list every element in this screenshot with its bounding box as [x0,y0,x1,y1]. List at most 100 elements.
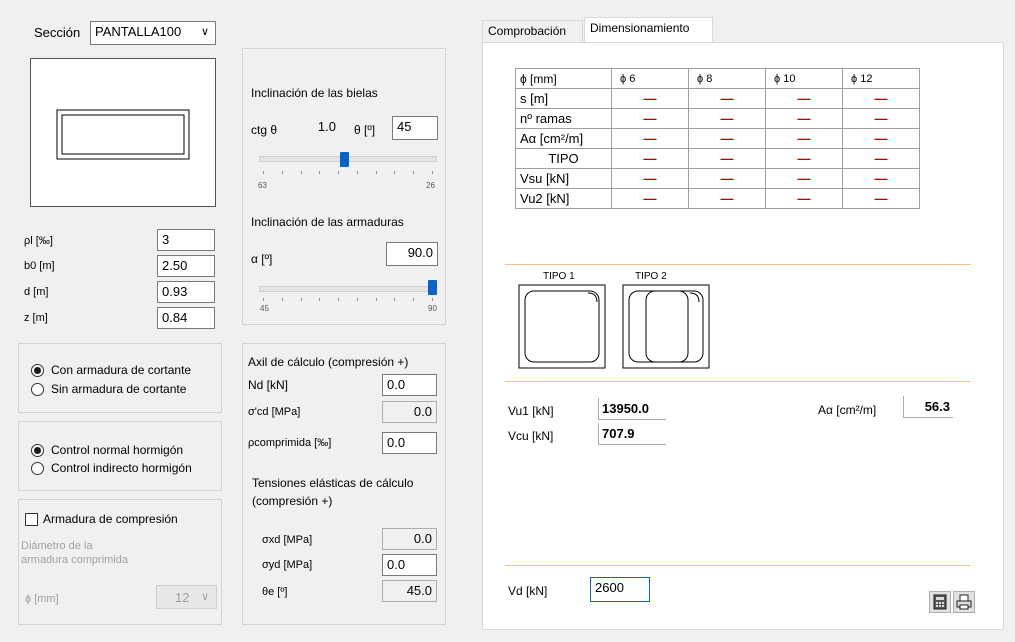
table-cell: — [842,148,920,169]
control-group: Control normal hormigón Control indirect… [18,421,222,491]
b0-field[interactable]: 2.50 [157,255,215,277]
compression-group: Armadura de compresión Diámetro de la ar… [18,499,222,625]
vd-field[interactable]: 2600 [590,577,650,602]
tab-comprobacion[interactable]: Comprobación [482,20,583,42]
slider-tick [356,171,358,174]
slider-tick [263,298,264,301]
table-header-cell: ϕ 12 [842,68,920,89]
shear-without-radio[interactable] [31,383,44,396]
results-table: ϕ [mm] ϕ 6ϕ 8ϕ 10 ϕ 12 s [m] — — — — nº ramas — — —… [515,68,920,209]
slider-tick [281,298,283,301]
tab-dimensionamiento[interactable]: Dimensionamiento [584,17,713,43]
slider-tick [338,298,340,301]
sxd-value: 0.0 [382,528,437,550]
stirrup-types-drawing [518,284,710,369]
phi-select-value: 12 [175,590,190,605]
table-cell: — [842,128,920,149]
struts-slider-thumb[interactable] [340,152,350,167]
slider-tick [432,171,433,174]
calculator-button[interactable] [929,591,951,613]
struts-slider-max: 26 [426,181,435,190]
divider-3 [505,565,971,566]
chevron-down-icon: ∨ [200,591,209,603]
table-row-label: Aα [cm²/m] [515,128,612,149]
vcu-label: Vcu [kN] [508,429,554,443]
rho-comp-label: ρcomprimida [‰] [248,437,332,449]
rebar-slider-max: 90 [428,304,437,313]
slider-tick [356,298,358,301]
chevron-down-icon: ∨ [200,26,209,38]
axial-group: Axil de cálculo (compresión +) Nd [kN] 0… [242,343,446,625]
table-cell: — [688,88,766,109]
table-cell: — [688,128,766,149]
vcu-value: 707.9 [598,423,666,445]
table-cell: — [765,148,843,169]
scd-label: σ'cd [MPa] [248,406,301,418]
section-value: PANTALLA100 [95,24,182,39]
rho-comp-field[interactable]: 0.0 [382,432,437,454]
vu1-value: 13950.0 [598,398,666,420]
type1-label: TIPO 1 [543,271,575,282]
inclination-group: Inclinación de las bielas ctg θ 1.0 θ [º… [242,48,446,325]
slider-tick [338,171,340,174]
calculator-icon [933,594,947,610]
slider-tick [413,298,415,301]
phi-select[interactable]: 12 ∨ [156,585,217,609]
control-indirect-radio[interactable] [31,462,44,475]
rho-label: ρl [‰] [24,235,53,247]
nd-field[interactable]: 0.0 [382,374,437,396]
nd-label: Nd [kN] [248,378,289,392]
thetae-value: 45.0 [382,580,437,602]
printer-icon [956,594,972,610]
theta-label: θ [º] [354,123,376,137]
table-row: Aα [cm²/m] — — — — [515,128,920,149]
syd-field[interactable]: 0.0 [382,554,437,576]
slider-tick [319,298,321,301]
diameter-label-2: armadura comprimida [21,554,128,566]
scd-value: 0.0 [382,401,437,423]
print-button[interactable] [953,591,975,613]
table-cell: — [765,108,843,129]
struts-slider-min: 63 [258,181,267,190]
table-header-cell: ϕ [mm] [515,68,612,89]
aa-value: 56.3 [903,396,953,418]
table-header-cell: ϕ 8 [688,68,766,89]
theta-field[interactable]: 45 [392,116,438,140]
tensions-title-1: Tensiones elásticas de cálculo [252,476,414,490]
section-select[interactable]: PANTALLA100 ∨ [90,21,216,45]
rho-field[interactable]: 3 [157,229,215,251]
rebar-slider-min: 45 [260,304,269,313]
slider-tick [300,171,302,174]
table-cell: — [765,128,843,149]
slider-tick [413,171,415,174]
slider-tick [394,298,396,301]
rebar-slider-track[interactable] [259,286,437,292]
table-row-label: Vu2 [kN] [515,188,612,209]
section-drawing [56,109,190,160]
table-cell: — [611,128,689,149]
shear-with-radio[interactable] [31,364,44,377]
d-field[interactable]: 0.93 [157,281,215,303]
control-normal-radio[interactable] [31,444,44,457]
phi-label: ϕ [mm] [25,593,59,605]
compression-label: Armadura de compresión [43,512,178,526]
thetae-label: θe [º] [262,586,288,598]
compression-checkbox[interactable] [25,513,38,526]
table-row: TIPO — — — — [515,148,920,169]
alpha-field[interactable]: 90.0 [386,242,438,266]
rebar-slider-thumb[interactable] [428,280,437,295]
vu1-label: Vu1 [kN] [508,404,554,418]
table-cell: — [611,168,689,189]
z-field[interactable]: 0.84 [157,307,215,329]
slider-tick [394,171,396,174]
control-indirect-label: Control indirecto hormigón [51,461,192,475]
table-cell: — [842,168,920,189]
slider-tick [432,298,433,301]
table-cell: — [688,108,766,129]
table-cell: — [765,88,843,109]
table-row: s [m] — — — — [515,88,920,109]
alpha-label: α [º] [251,252,273,266]
slider-tick [375,298,377,301]
rebar-title: Inclinación de las armaduras [251,215,404,229]
d-label: d [m] [24,286,49,298]
